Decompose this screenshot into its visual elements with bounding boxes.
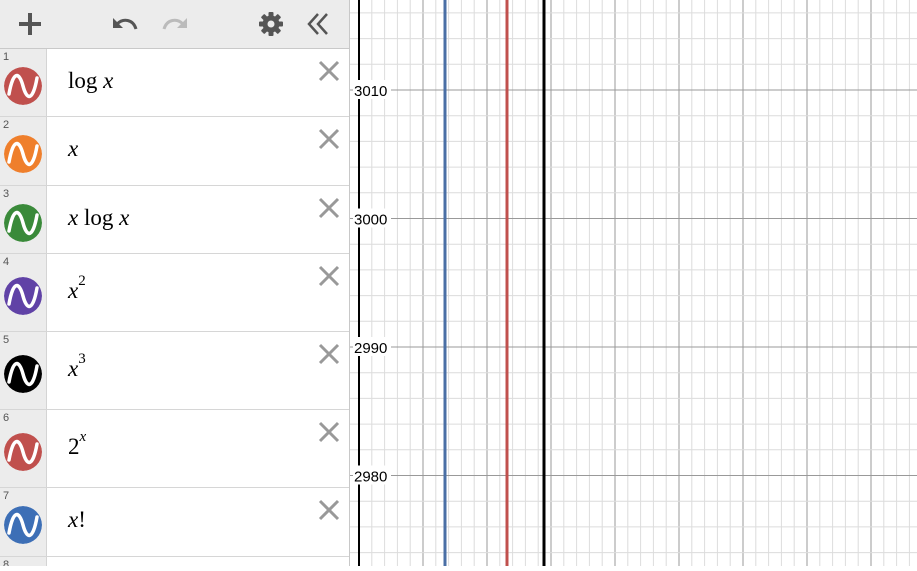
expression-index: 2: [3, 119, 10, 131]
close-icon: [318, 60, 340, 82]
expression-token: x: [119, 204, 130, 230]
expression-gutter: 3: [0, 186, 47, 253]
expression-row[interactable]: 1 log x: [0, 49, 349, 117]
close-icon: [318, 265, 340, 287]
expression-row[interactable]: 2x: [0, 117, 349, 186]
expression-row[interactable]: 3 x log x: [0, 186, 349, 254]
expression-token: x: [68, 204, 79, 230]
expression-row[interactable]: 6 2x: [0, 410, 349, 488]
y-tick-label: 3010: [354, 83, 387, 100]
color-swatch-icon[interactable]: [4, 203, 42, 242]
expression-token: !: [78, 507, 86, 532]
expression-math[interactable]: 2x: [68, 429, 86, 460]
expression-index: 5: [3, 334, 10, 346]
y-tick-label: 2990: [354, 340, 387, 357]
expression-gutter: 4: [0, 254, 47, 331]
expression-token: x: [68, 355, 79, 381]
expression-gutter: 2: [0, 117, 47, 185]
redo-button[interactable]: [155, 4, 195, 44]
expression-math[interactable]: x!: [68, 507, 86, 533]
expression-row[interactable]: 4 x2: [0, 254, 349, 332]
delete-expression-button[interactable]: [317, 127, 341, 151]
close-icon: [318, 343, 340, 365]
close-icon: [318, 499, 340, 521]
delete-expression-button[interactable]: [317, 264, 341, 288]
expression-gutter: 1: [0, 49, 47, 116]
expression-index: 1: [3, 51, 10, 63]
color-swatch-icon[interactable]: [4, 432, 42, 471]
expression-math[interactable]: x2: [68, 273, 86, 304]
close-icon: [318, 421, 340, 443]
expression-gutter: 5: [0, 332, 47, 409]
expression-index: 4: [3, 256, 10, 268]
color-swatch-icon[interactable]: [4, 135, 42, 173]
expression-token: 2: [78, 272, 86, 289]
delete-expression-button[interactable]: [317, 420, 341, 444]
undo-button[interactable]: [105, 4, 145, 44]
y-tick-label: 2980: [354, 469, 387, 486]
double-chevron-left-icon: [307, 13, 328, 35]
expression-gutter: 7: [0, 488, 47, 556]
expression-token: x: [68, 507, 79, 532]
color-swatch-icon[interactable]: [4, 276, 42, 315]
expression-token: x: [103, 67, 114, 93]
color-swatch-icon[interactable]: [4, 66, 42, 105]
expression-math[interactable]: x: [68, 136, 78, 162]
color-swatch-icon[interactable]: [4, 354, 42, 393]
collapse-sidebar-button[interactable]: [298, 4, 338, 44]
expression-sidebar: 1 log x2x3x log x 4 x2 5 x3 6 2x 7 x! 8: [0, 0, 350, 566]
expression-token: x: [79, 428, 87, 445]
expression-index: 6: [3, 412, 10, 424]
expression-gutter: 6: [0, 410, 47, 487]
gear-icon: [259, 12, 283, 36]
expression-token: x: [68, 277, 79, 303]
expression-index: 3: [3, 188, 10, 200]
graph-canvas[interactable]: 3010 3000 2990 2980: [350, 0, 917, 566]
expression-token: 3: [78, 350, 86, 367]
expression-row[interactable]: 7 x!: [0, 488, 349, 557]
delete-expression-button[interactable]: [317, 342, 341, 366]
delete-expression-button[interactable]: [317, 498, 341, 522]
expression-math[interactable]: x3: [68, 351, 86, 382]
expression-gutter: 8: [0, 557, 47, 566]
expression-math[interactable]: log x: [68, 68, 113, 94]
expression-list: 1 log x2x3x log x 4 x2 5 x3 6 2x 7 x! 8: [0, 49, 349, 566]
expression-index: 8: [3, 559, 10, 566]
expression-token: 2: [68, 433, 80, 459]
settings-button[interactable]: [251, 4, 291, 44]
close-icon: [318, 128, 340, 150]
expression-token: log: [78, 204, 120, 230]
expression-row[interactable]: 8: [0, 557, 349, 566]
redo-icon: [162, 18, 187, 30]
expression-token: log: [68, 67, 104, 93]
expression-token: x: [68, 136, 79, 161]
y-tick-label: 3000: [354, 212, 387, 229]
expression-index: 7: [3, 490, 10, 502]
undo-icon: [113, 18, 138, 30]
plus-icon: [19, 13, 41, 35]
close-icon: [318, 197, 340, 219]
delete-expression-button[interactable]: [317, 196, 341, 220]
color-swatch-icon[interactable]: [4, 506, 42, 544]
expression-row[interactable]: 5 x3: [0, 332, 349, 410]
delete-expression-button[interactable]: [317, 59, 341, 83]
add-expression-button[interactable]: [10, 4, 50, 44]
toolbar: [0, 0, 349, 49]
expression-math[interactable]: x log x: [68, 205, 129, 231]
